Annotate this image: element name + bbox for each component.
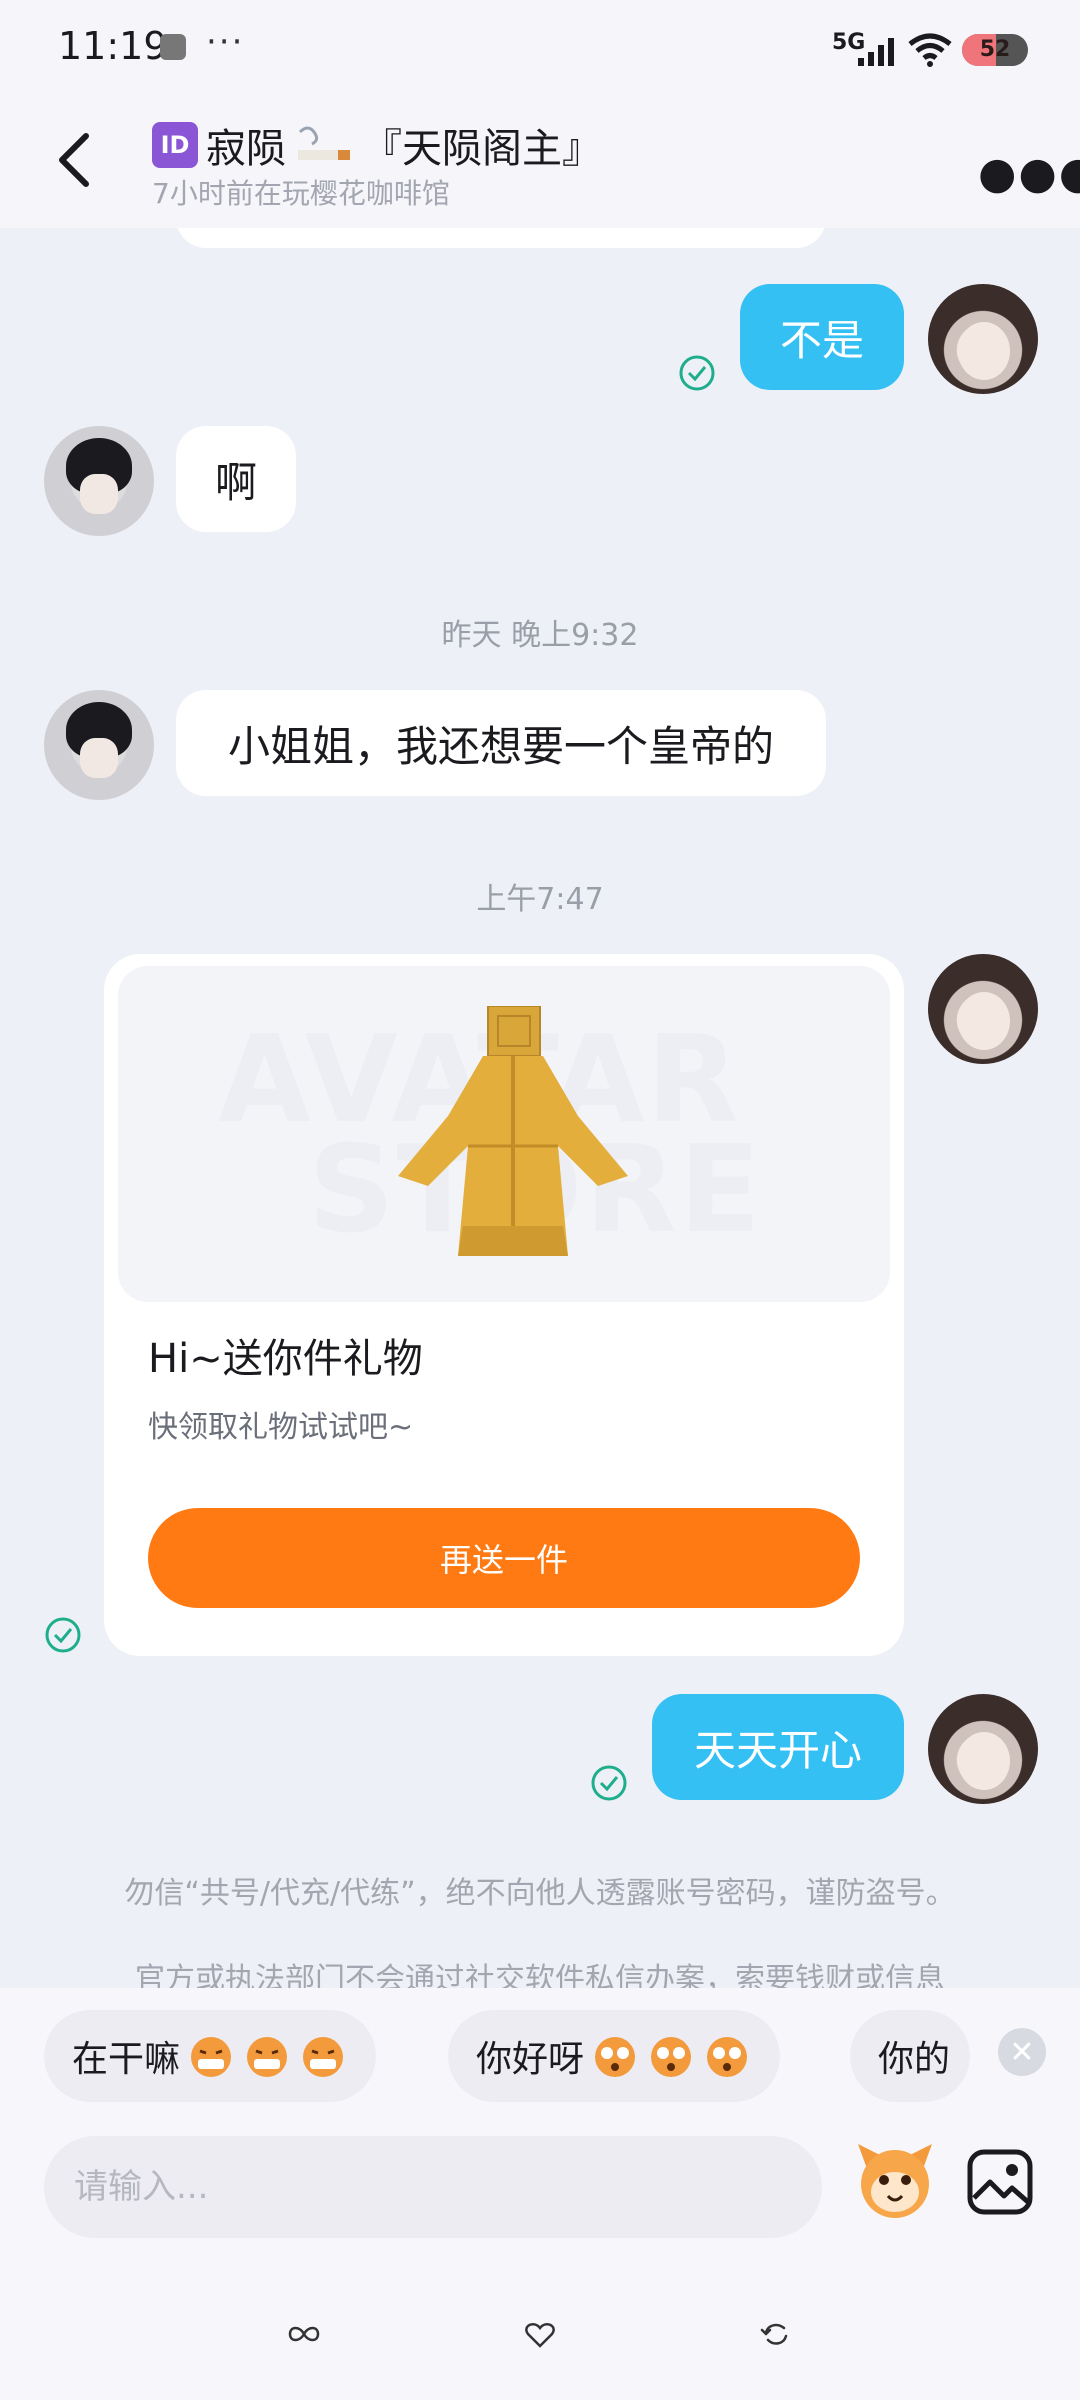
surprised-face-icon [595, 2037, 636, 2077]
quick-reply-label: 你好呀 [476, 2039, 585, 2080]
gesture-nav-icon[interactable] [760, 2320, 792, 2348]
chat-header: ID 寂陨 『天陨阁主』 7小时前在玩樱花咖啡馆 ●●● [0, 96, 1080, 228]
wifi-icon [908, 33, 952, 67]
message-bubble-received[interactable]: 啊 [176, 426, 296, 532]
emoji-button-icon[interactable] [852, 2136, 938, 2222]
back-icon[interactable] [52, 130, 96, 190]
message-timestamp: 上午7:47 [476, 882, 604, 917]
laughing-face-icon [247, 2037, 288, 2077]
message-input[interactable] [44, 2136, 822, 2238]
message-bubble-sent[interactable]: 天天开心 [652, 1694, 904, 1800]
quick-reply-chip[interactable]: 你的 [850, 2010, 970, 2102]
image-icon[interactable] [966, 2148, 1034, 2216]
quick-reply-chip[interactable]: 你好呀 [448, 2010, 781, 2102]
notification-app-icon [160, 34, 186, 60]
status-time: 11:19 [58, 24, 168, 68]
message-bubble-sent[interactable]: 不是 [740, 284, 904, 390]
status-more-icon: ··· [206, 22, 245, 62]
my-avatar[interactable] [928, 954, 1038, 1064]
battery-level: 52 [979, 37, 1011, 62]
previous-message-bubble [176, 228, 826, 248]
surprised-face-icon [651, 2037, 692, 2077]
status-bar: 11:19 ··· 5G 52 [0, 0, 1080, 96]
quick-reply-bar: 在干嘛 你好呀 你的 ✕ [0, 1988, 1080, 2124]
laughing-face-icon [303, 2037, 344, 2077]
quick-reply-label: 在干嘛 [72, 2039, 181, 2080]
read-check-icon [45, 1617, 81, 1653]
gift-image: AVATAR STORE [118, 966, 890, 1302]
contact-name: 寂陨 [206, 126, 286, 172]
contact-tag: 『天陨阁主』 [362, 126, 602, 172]
laughing-face-icon [191, 2037, 232, 2077]
security-notice: 勿信“共号/代充/代练”，绝不向他人透露账号密码，谨防盗号。 [124, 1876, 956, 1911]
contact-avatar[interactable] [44, 426, 154, 536]
my-avatar[interactable] [928, 284, 1038, 394]
my-avatar[interactable] [928, 1694, 1038, 1804]
heart-nav-icon[interactable] [524, 2320, 556, 2348]
close-icon[interactable]: ✕ [998, 2028, 1046, 2076]
quick-reply-chip[interactable]: 在干嘛 [44, 2010, 377, 2102]
quick-reply-label: 你的 [878, 2039, 951, 2080]
chat-title: ID 寂陨 『天陨阁主』 [152, 116, 602, 174]
surprised-face-icon [707, 2037, 748, 2077]
emperor-robe-image [398, 1006, 628, 1256]
system-navigation-bar [0, 2264, 1080, 2400]
send-another-gift-button[interactable]: 再送一件 [148, 1508, 860, 1608]
cigarette-icon [298, 126, 350, 160]
security-notice: 官方或执法部门不会通过社交软件私信办案，索要钱财或信息 [135, 1962, 945, 1988]
contact-avatar[interactable] [44, 690, 154, 800]
message-input-bar [0, 2124, 1080, 2264]
infinity-nav-icon[interactable] [288, 2320, 320, 2348]
read-check-icon [591, 1765, 627, 1801]
chat-messages[interactable]: 不是 啊 昨天 晚上9:32 小姐姐，我还想要一个皇帝的 上午7:47 AVAT… [0, 228, 1080, 1988]
gift-description: 快领取礼物试试吧~ [148, 1410, 414, 1445]
contact-status: 7小时前在玩樱花咖啡馆 [152, 177, 450, 210]
battery-indicator: 52 [962, 34, 1028, 66]
id-badge: ID [152, 122, 198, 168]
more-options-icon[interactable]: ●●● [978, 148, 1080, 199]
read-check-icon [679, 355, 715, 391]
message-bubble-received[interactable]: 小姐姐，我还想要一个皇帝的 [176, 690, 826, 796]
signal-icon [858, 38, 894, 66]
message-timestamp: 昨天 晚上9:32 [441, 618, 639, 653]
gift-card[interactable]: AVATAR STORE Hi~送你件礼物 快领取礼物试试吧~ 再送一件 [104, 954, 904, 1656]
gift-title: Hi~送你件礼物 [148, 1336, 423, 1382]
